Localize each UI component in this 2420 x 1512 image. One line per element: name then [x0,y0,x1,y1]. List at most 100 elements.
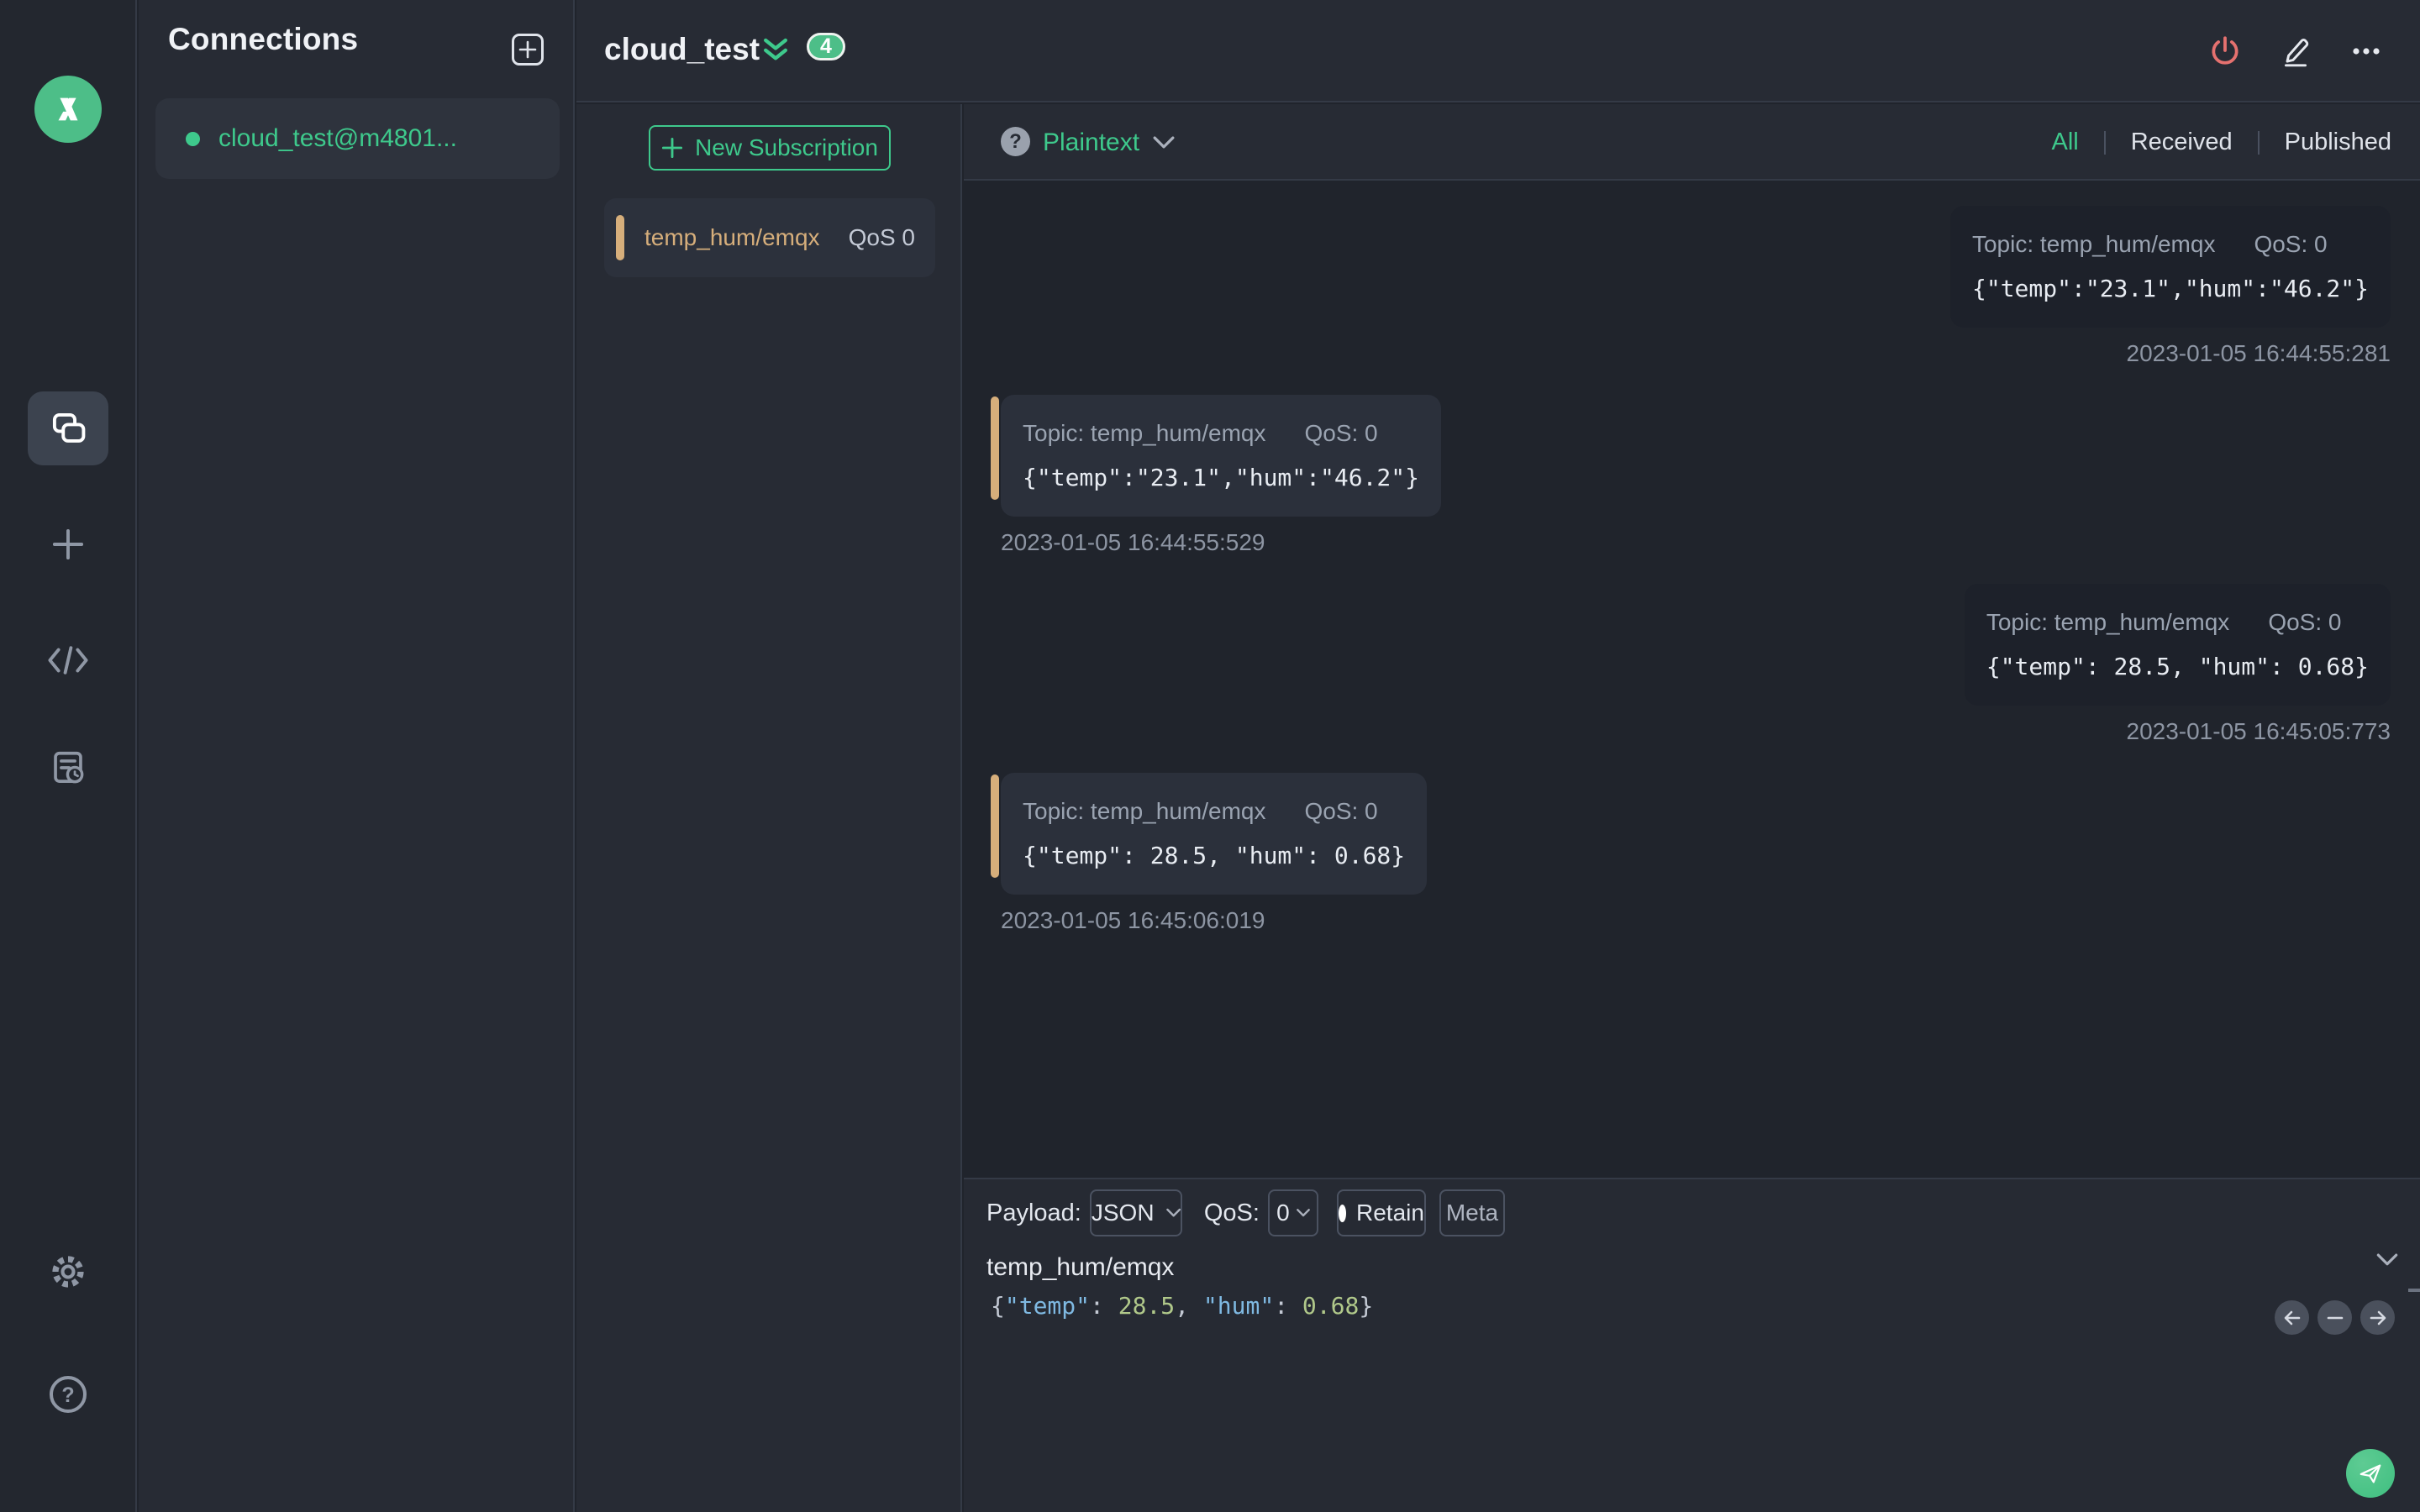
filter-all[interactable]: All [2048,129,2081,156]
subscription-item[interactable]: temp_hum/emqx QoS 0 [604,198,935,277]
payload-editor[interactable]: {"temp": 28.5, "hum": 0.68} [991,1292,2319,1320]
message-filters: All Received Published [2048,104,2395,181]
edit-connection-button[interactable] [2275,31,2316,71]
history-clear-button[interactable] [2317,1300,2352,1335]
message-qos: QoS: 0 [2254,231,2328,257]
pencil-icon [2284,38,2309,67]
paper-plane-icon [2360,1464,2381,1483]
meta-button[interactable]: Meta [1439,1189,1505,1236]
json-token-num: 28.5 [1118,1292,1176,1320]
qos-select-value: 0 [1276,1200,1290,1226]
nav-log[interactable] [45,744,92,791]
nav-connections-active[interactable] [27,391,108,465]
json-token-num: 0.68 [1302,1292,1360,1320]
log-icon [53,751,83,784]
disconnect-button[interactable] [2205,31,2245,71]
subscription-topic: temp_hum/emqx [644,224,820,250]
message-card[interactable]: Topic: temp_hum/emqx QoS: 0 {"temp": 28.5,… [1964,584,2391,706]
nav-settings[interactable] [45,1248,92,1295]
message-body: Topic: temp_hum/emqx QoS: 0 {"temp": 28.5,… [991,773,1428,895]
plus-icon [52,528,83,560]
message-qos: QoS: 0 [1304,420,1378,446]
message-block: Topic: temp_hum/emqx QoS: 0 {"temp":"23.1"… [1949,206,2391,367]
messages-pane: ? Plaintext All Received Published Topic: … [964,104,2420,1512]
message-topic: Topic: temp_hum/emqx [1023,420,1266,446]
message-block: Topic: temp_hum/emqx QoS: 0 {"temp":"23.1"… [991,395,1442,556]
payload-format-help-icon[interactable]: ? [1001,127,1030,156]
new-subscription-button[interactable]: New Subscription [649,125,891,171]
message-timestamp: 2023-01-05 16:45:05:773 [2126,718,2391,744]
meta-label: Meta [1445,1200,1499,1226]
filter-received[interactable]: Received [2128,129,2236,156]
payload-format-selector[interactable]: Plaintext [1043,104,1175,181]
message-payload: {"temp":"23.1","hum":"46.2"} [1023,464,1420,491]
collapse-connection-chevrons[interactable] [760,35,792,67]
message-row-received: Topic: temp_hum/emqx QoS: 0 {"temp":"23.1"… [991,395,2391,556]
filter-separator [2103,130,2106,155]
connection-list-item[interactable]: cloud_test@m4801... [155,98,560,179]
add-connection-button[interactable] [512,34,544,66]
history-next-button[interactable] [2360,1300,2395,1335]
nav-script[interactable] [45,637,92,684]
message-block: Topic: temp_hum/emqx QoS: 0 {"temp": 28.5,… [1964,584,2391,745]
chevron-down-icon [2376,1253,2398,1266]
mqttx-app-window: ? Connections cloud_test@m4801... cloud_… [0,0,2420,1512]
filter-separator [2257,130,2260,155]
publish-panel: Payload: JSON QoS: 0 Retain Meta temp_hu… [964,1178,2420,1512]
more-options-button[interactable] [2346,31,2386,71]
main-area: cloud_test 4 New Subscription temp_hum/e… [576,0,2420,1512]
json-token-punct: { [991,1292,1005,1320]
payload-format-select-value: JSON [1091,1200,1155,1226]
connection-header: cloud_test 4 [576,0,2420,102]
json-token-punct: , [1175,1292,1203,1320]
new-subscription-label: New Subscription [695,134,878,160]
connections-title: Connections [168,22,359,56]
message-color-bar [991,774,999,878]
retain-toggle[interactable]: Retain [1336,1189,1426,1236]
message-meta: Topic: temp_hum/emqx QoS: 0 [1986,609,2369,636]
message-list[interactable]: Topic: temp_hum/emqx QoS: 0 {"temp":"23.1"… [964,182,2420,1178]
connections-icon [52,412,85,443]
retain-dot-icon [1338,1204,1347,1222]
connection-status-dot [186,131,200,146]
nav-new-connection[interactable] [45,521,92,568]
message-card[interactable]: Topic: temp_hum/emqx QoS: 0 {"temp":"23.1"… [1001,395,1442,517]
editor-scrollbar-thumb[interactable] [2408,1289,2420,1292]
json-token-key: "hum" [1202,1292,1275,1320]
connections-panel: Connections cloud_test@m4801... [139,0,575,1512]
message-payload: {"temp": 28.5, "hum": 0.68} [1986,653,2369,680]
nav-help[interactable]: ? [45,1371,92,1418]
message-row-published: Topic: temp_hum/emqx QoS: 0 {"temp": 28.5,… [991,584,2391,745]
minus-icon [2327,1316,2343,1319]
json-token-punct: : [1090,1292,1118,1320]
gear-icon [51,1256,84,1288]
message-meta: Topic: temp_hum/emqx QoS: 0 [1023,798,1405,825]
message-card[interactable]: Topic: temp_hum/emqx QoS: 0 {"temp": 28.5,… [1001,773,1428,895]
message-payload: {"temp":"23.1","hum":"46.2"} [1971,275,2369,302]
message-qos: QoS: 0 [1304,798,1378,824]
qos-label: QoS: [1203,1199,1260,1226]
message-block: Topic: temp_hum/emqx QoS: 0 {"temp": 28.5,… [991,773,1428,934]
message-timestamp: 2023-01-05 16:44:55:281 [2126,340,2391,366]
message-topic: Topic: temp_hum/emqx [1986,609,2230,635]
message-qos: QoS: 0 [2268,609,2342,635]
json-token-key: "temp" [1004,1292,1091,1320]
payload-format-select[interactable]: JSON [1089,1189,1182,1236]
history-prev-button[interactable] [2275,1300,2309,1335]
message-color-bar [991,396,999,500]
message-card[interactable]: Topic: temp_hum/emqx QoS: 0 {"temp":"23.1"… [1949,206,2391,328]
chevron-down-icon [1165,1208,1181,1217]
subscription-color-bar [616,215,624,260]
ellipsis-icon [2353,48,2380,55]
topic-input[interactable]: temp_hum/emqx [986,1253,2353,1282]
message-body: Topic: temp_hum/emqx QoS: 0 {"temp":"23.1"… [991,395,1442,517]
connection-name: cloud_test@m4801... [218,124,457,152]
collapse-publish-chevron[interactable] [2376,1253,2398,1267]
send-button[interactable] [2346,1449,2395,1498]
qos-select[interactable]: 0 [1267,1189,1318,1236]
filter-published[interactable]: Published [2281,129,2395,156]
message-topic: Topic: temp_hum/emqx [1971,231,2216,257]
payload-format-value: Plaintext [1043,128,1140,156]
power-icon [2212,36,2238,65]
message-timestamp: 2023-01-05 16:44:55:529 [1001,529,1265,555]
